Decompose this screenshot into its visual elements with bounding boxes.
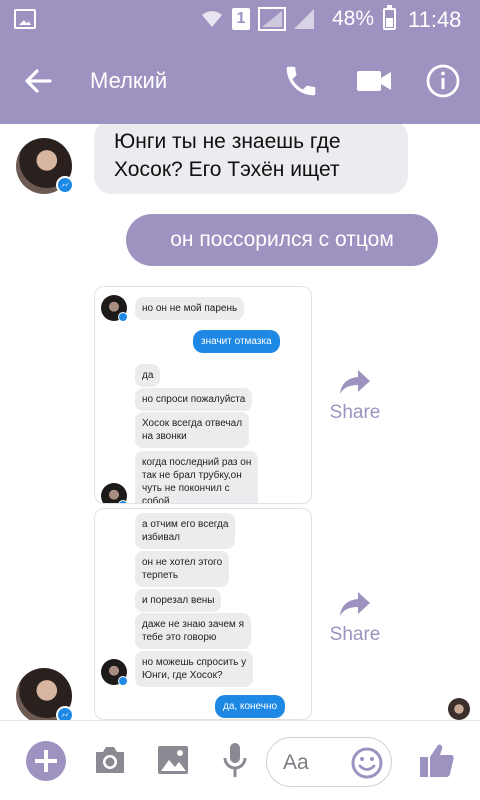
- video-call-icon[interactable]: [354, 64, 394, 98]
- share-label: Share: [329, 402, 381, 423]
- screenshot-avatar: [101, 295, 128, 322]
- messenger-badge-icon: [56, 176, 74, 194]
- shared-screenshot[interactable]: но он не мой парень значит отмазка да но…: [94, 286, 312, 504]
- emoji-icon[interactable]: [350, 746, 384, 780]
- wifi-icon: [202, 11, 222, 27]
- message-line: Юнги ты не знаешь где: [114, 130, 341, 153]
- gallery-icon[interactable]: [156, 743, 190, 777]
- screenshot-avatar: [101, 659, 128, 686]
- status-time: 11:48: [408, 7, 462, 32]
- contact-name[interactable]: Мелкий: [90, 68, 167, 94]
- thumbs-up-icon[interactable]: [418, 741, 456, 779]
- signal-strength-icon: [294, 9, 314, 29]
- share-arrow-icon: [340, 370, 370, 394]
- screenshot-incoming-message: даже не знаю зачем я тебе это говорю: [135, 613, 252, 649]
- share-label: Share: [329, 624, 381, 645]
- signal-icon: [258, 7, 286, 31]
- message-composer: Aa: [0, 720, 480, 800]
- conversation-header: Мелкий: [0, 38, 480, 124]
- screenshot-outgoing-message: значит отмазка: [193, 330, 280, 353]
- info-icon[interactable]: [424, 62, 462, 100]
- microphone-icon[interactable]: [220, 741, 250, 779]
- screenshot-incoming-message: когда последний раз он так не брал трубк…: [135, 451, 259, 503]
- screenshot-outgoing-message: да, конечно: [215, 695, 286, 718]
- message-list[interactable]: Юнги ты не знаешь где Хосок? Его Тэхён и…: [0, 124, 480, 720]
- screenshot-incoming-message: но можешь спросить у Юнги, где Хосок?: [135, 651, 254, 687]
- screenshot-incoming-message: и порезал вены: [135, 589, 222, 612]
- screenshot-incoming-message: а отчим его всегда избивал: [135, 513, 236, 549]
- screenshot-incoming-message: да: [135, 364, 161, 387]
- share-arrow-icon: [340, 592, 370, 616]
- screenshot-avatar: [101, 483, 128, 503]
- share-button[interactable]: Share: [320, 368, 390, 424]
- seen-receipt-avatar: [448, 698, 470, 720]
- sim-slot-indicator: 1: [232, 8, 250, 30]
- camera-icon[interactable]: [92, 743, 128, 777]
- phone-call-icon[interactable]: [282, 62, 320, 100]
- contact-avatar[interactable]: [16, 668, 74, 720]
- message-input-placeholder: Aa: [283, 751, 309, 774]
- share-button[interactable]: Share: [320, 590, 390, 646]
- more-actions-plus-icon[interactable]: [26, 741, 66, 781]
- message-line: Хосок? Его Тэхён ищет: [114, 158, 340, 181]
- battery-percentage: 48%: [332, 7, 375, 30]
- status-bar: 1 48% 11:48: [0, 0, 480, 38]
- incoming-message-bubble[interactable]: Юнги ты не знаешь где Хосок? Его Тэхён и…: [94, 124, 408, 194]
- shared-screenshot[interactable]: а отчим его всегда избивал он не хотел э…: [94, 508, 312, 720]
- screenshot-incoming-message: но он не мой парень: [135, 297, 245, 320]
- message-input[interactable]: Aa: [266, 737, 392, 787]
- contact-avatar[interactable]: [16, 138, 74, 194]
- messenger-badge-icon: [56, 706, 74, 720]
- gallery-notification-icon: [14, 9, 36, 29]
- outgoing-message-bubble[interactable]: он поссорился с отцом: [126, 214, 438, 266]
- back-arrow-icon[interactable]: [20, 63, 56, 99]
- screenshot-incoming-message: он не хотел этого терпеть: [135, 551, 230, 587]
- battery-icon: [383, 5, 396, 30]
- screenshot-incoming-message: Хосок всегда отвечал на звонки: [135, 412, 250, 448]
- screenshot-incoming-message: но спроси пожалуйста: [135, 388, 253, 411]
